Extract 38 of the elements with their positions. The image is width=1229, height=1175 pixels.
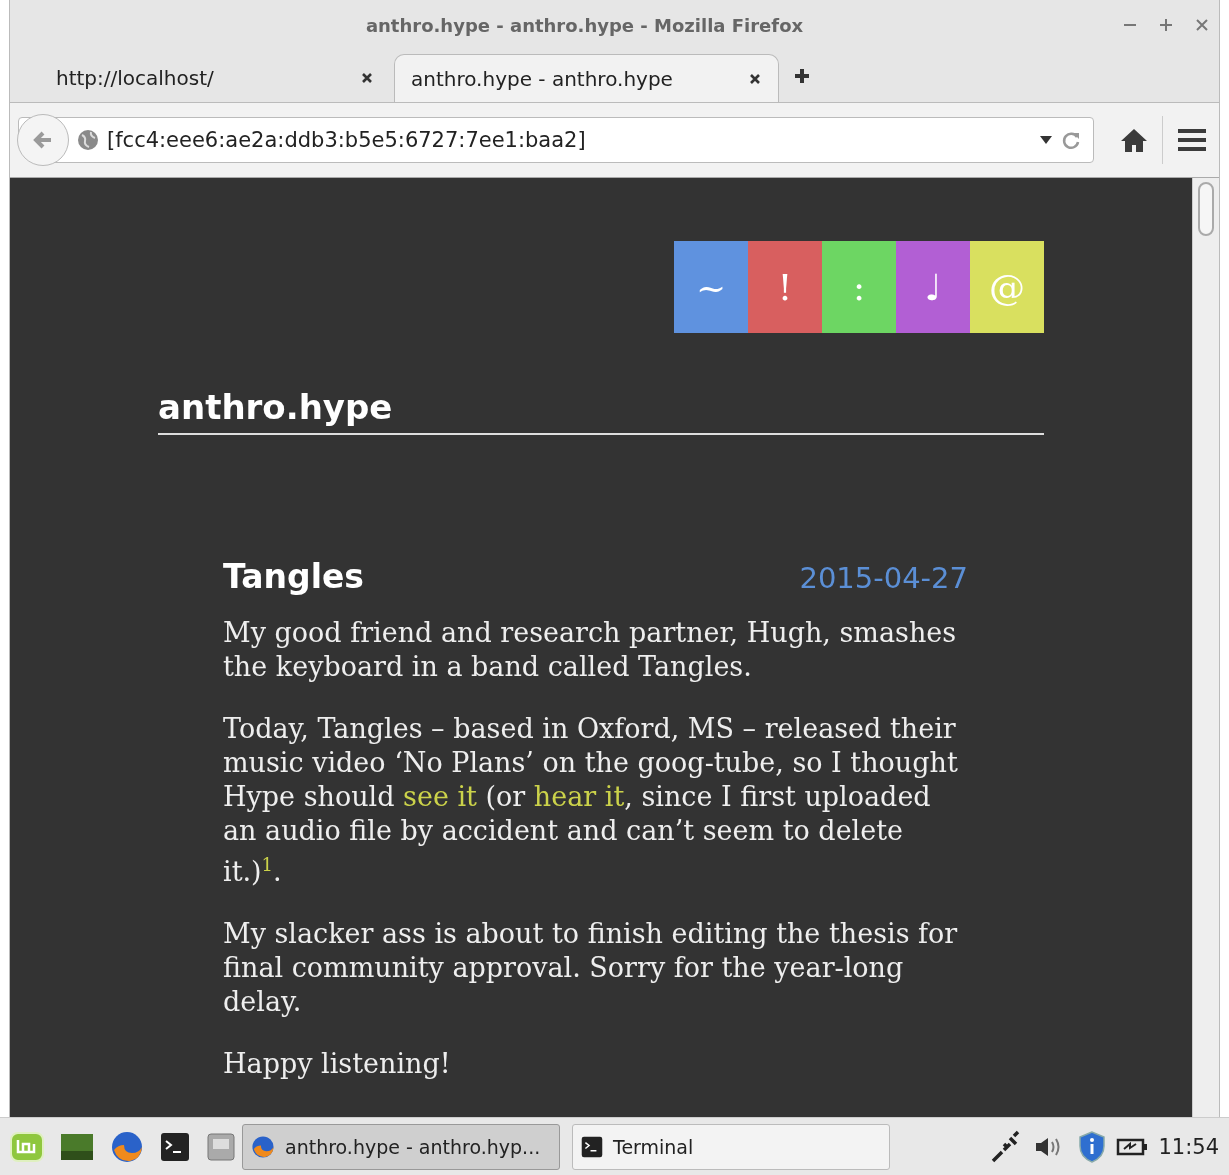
- shield-icon[interactable]: [1078, 1130, 1107, 1163]
- paragraph: Happy listening!: [223, 1047, 452, 1081]
- scrollbar-thumb[interactable]: [1198, 182, 1214, 236]
- terminal-icon: [581, 1135, 603, 1158]
- paragraph: Today, Tangles – based in Oxford, MS – released their music video ‘No Plans’ on the goog-tube, so I thought Hype should see it (or hear it, since I first uploaded an audio file by accident and can’t seem to delete it.)$^{1}$.: [223, 712, 959, 889]
- close-icon[interactable]: [360, 71, 374, 85]
- paragraph: My slacker ass is about to finish editing the thesis for final community approval. Sorry for the year-long delay.: [223, 917, 959, 1019]
- battery-icon[interactable]: [1116, 1136, 1149, 1157]
- menu-icon[interactable]: [1177, 128, 1207, 152]
- browser-icon[interactable]: [110, 1129, 144, 1164]
- window-title: anthro.hype - anthro.hype - Mozilla Firefox: [365, 14, 804, 36]
- address-bar[interactable]: [fcc4:eee6:ae2a:ddb3:b5e5:6727:7ee1:baa2]: [18, 117, 1094, 163]
- post-title: Tangles: [223, 557, 364, 596]
- nav-tile[interactable]: !: [748, 241, 822, 333]
- close-icon[interactable]: [748, 71, 762, 86]
- browser-tab[interactable]: anthro.hype - anthro.hype: [394, 54, 779, 102]
- dropdown-icon[interactable]: [1039, 135, 1053, 145]
- new-tab-icon[interactable]: [793, 67, 811, 85]
- reload-icon[interactable]: [1061, 130, 1081, 150]
- link[interactable]: see it: [403, 781, 477, 812]
- globe-icon: [77, 129, 99, 151]
- taskbar-button[interactable]: Terminal: [572, 1123, 890, 1170]
- maximize-icon[interactable]: [1159, 18, 1173, 32]
- paragraph: My good friend and research partner, Hugh, smashes the keyboard in a band called Tangles.: [223, 616, 958, 684]
- link[interactable]: hear it: [533, 781, 625, 812]
- back-button[interactable]: [17, 114, 69, 166]
- site-title[interactable]: anthro.hype: [158, 387, 1044, 435]
- desktop-icon[interactable]: [60, 1132, 94, 1161]
- post-date: 2015-04-27: [799, 561, 968, 595]
- drive-icon[interactable]: [206, 1131, 236, 1162]
- browser-tab[interactable]: http://localhost/: [40, 54, 390, 102]
- home-icon[interactable]: [1120, 127, 1148, 153]
- taskbar-button[interactable]: anthro.hype - anthro.hyp...: [242, 1123, 560, 1170]
- nav-tile[interactable]: ♩: [896, 241, 970, 333]
- footnote-link[interactable]: 1: [261, 854, 274, 875]
- browser-icon: [251, 1134, 275, 1159]
- terminal-icon[interactable]: [160, 1131, 190, 1162]
- clock[interactable]: 11:54: [1158, 1134, 1219, 1159]
